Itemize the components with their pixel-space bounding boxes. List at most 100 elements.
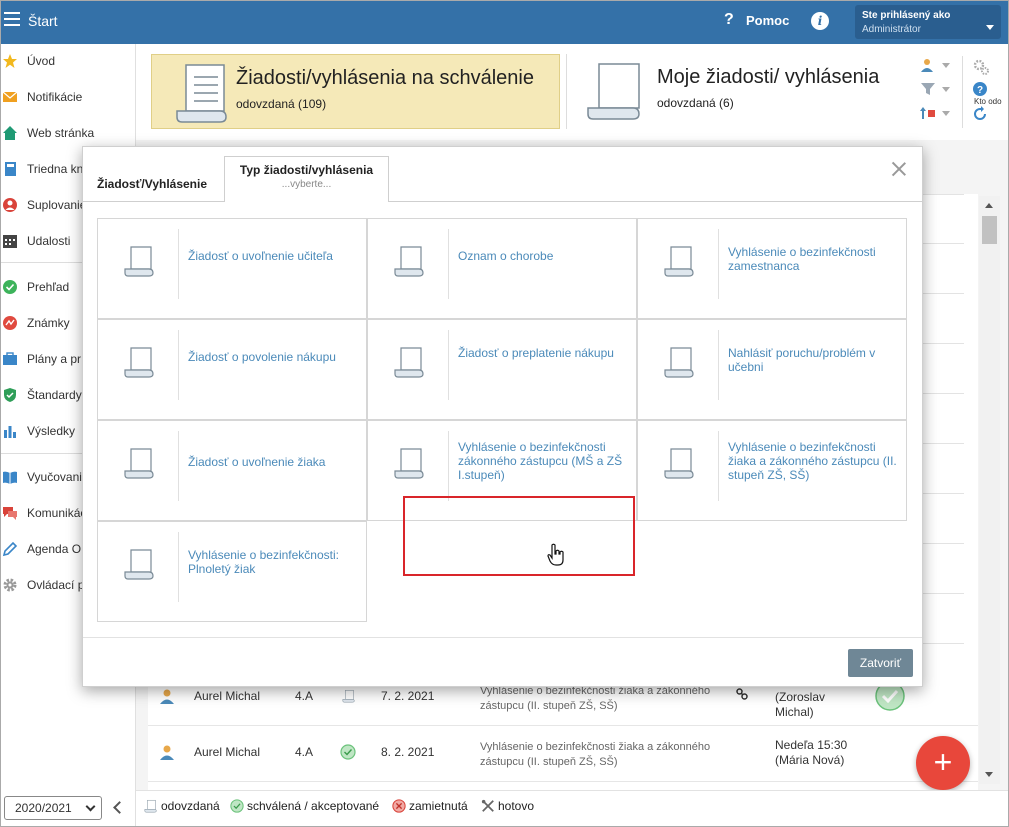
document-scroll-icon bbox=[663, 245, 697, 277]
type-card[interactable]: Žiadosť o uvoľnenie učiteľa bbox=[97, 218, 367, 319]
my-requests-card[interactable]: Moje žiadosti/ vyhlásenia odovzdaná (6) bbox=[566, 54, 906, 129]
help-link[interactable]: Pomoc bbox=[746, 13, 789, 28]
document-list-icon bbox=[176, 64, 227, 123]
sidebar-item-label: Vyučovanie bbox=[27, 470, 89, 484]
briefcase-icon bbox=[3, 352, 17, 365]
chevron-down-icon bbox=[986, 25, 994, 30]
sidebar-item-uvod[interactable]: Úvod bbox=[0, 49, 136, 73]
chevron-down-icon bbox=[85, 801, 96, 812]
approved-status-icon bbox=[230, 799, 244, 813]
filter-icon[interactable] bbox=[920, 82, 936, 96]
legend-submitted: odovzdaná bbox=[144, 799, 220, 813]
book-icon bbox=[5, 162, 16, 176]
request-date: 8. 2. 2021 bbox=[381, 745, 435, 759]
legend-label: zamietnutá bbox=[409, 799, 468, 813]
tools-icon bbox=[481, 799, 494, 812]
tab-request[interactable]: Žiadosť/Vyhlásenie bbox=[97, 177, 207, 191]
tab-request-type[interactable]: Typ žiadosti/vyhlásenia ...vyberte... bbox=[224, 156, 389, 202]
type-card[interactable]: Vyhlásenie o bezinfekčnosti: Plnoletý ži… bbox=[97, 521, 367, 622]
student-name: Aurel Michal bbox=[194, 745, 261, 759]
list-divider bbox=[920, 194, 964, 195]
sidebar-item-label: Suplovanie bbox=[27, 198, 87, 212]
card-divider bbox=[178, 431, 179, 501]
chevron-down-icon[interactable] bbox=[942, 111, 950, 116]
add-request-button[interactable]: + bbox=[916, 736, 970, 790]
type-card[interactable]: Vyhlásenie o bezinfekčnosti žiaka a záko… bbox=[637, 420, 907, 521]
close-icon[interactable] bbox=[891, 161, 907, 177]
card-divider bbox=[448, 229, 449, 299]
sidebar-item-web[interactable]: Web stránka bbox=[0, 121, 136, 145]
close-button[interactable]: Zatvoriť bbox=[848, 649, 913, 677]
list-divider bbox=[920, 543, 964, 544]
link-icon bbox=[736, 688, 748, 700]
submitted-icon bbox=[144, 799, 158, 813]
type-card-selected[interactable]: Vyhlásenie o bezinfekčnosti zákonného zá… bbox=[367, 420, 637, 521]
user-role: Administrátor bbox=[862, 24, 921, 35]
card-divider bbox=[178, 229, 179, 299]
tab-hint: ...vyberte... bbox=[281, 179, 332, 190]
sidebar-item-label: Notifikácie bbox=[27, 90, 83, 104]
user-menu[interactable]: Ste prihlásený ako Administrátor bbox=[855, 5, 1001, 39]
list-divider bbox=[920, 243, 964, 244]
chevron-down-icon[interactable] bbox=[942, 87, 950, 92]
student-name: Aurel Michal bbox=[194, 689, 261, 703]
card-divider bbox=[718, 229, 719, 299]
pending-requests-card[interactable]: Žiadosti/vyhlásenia na schválenie odovzd… bbox=[151, 54, 560, 129]
my-card-title: Moje žiadosti/ vyhlásenia bbox=[657, 66, 880, 88]
check-circle-icon bbox=[3, 280, 17, 294]
type-card[interactable]: Vyhlásenie o bezinfekčnosti zamestnanca bbox=[637, 218, 907, 319]
info-icon[interactable]: i bbox=[811, 12, 829, 30]
scroll-up-icon[interactable] bbox=[985, 203, 993, 208]
request-type: Vyhlásenie o bezinfekčnosti žiaka a záko… bbox=[480, 741, 711, 768]
document-scroll-icon bbox=[123, 548, 157, 580]
bar-chart-icon bbox=[4, 426, 16, 438]
sidebar-item-label: Web stránka bbox=[27, 126, 95, 140]
approver: (Mária Nová) bbox=[775, 753, 845, 767]
status-legend: odovzdaná schválená / akceptované zamiet… bbox=[136, 790, 1009, 827]
sidebar-item-label: Triedna kni bbox=[27, 162, 86, 176]
type-card[interactable]: Žiadosť o preplatenie nákupu bbox=[367, 319, 637, 420]
legend-done: hotovo bbox=[481, 799, 534, 813]
question-person-icon[interactable]: ? bbox=[972, 80, 990, 98]
person-filter-icon[interactable] bbox=[920, 58, 936, 72]
list-divider bbox=[920, 343, 964, 344]
tab-title: Typ žiadosti/vyhlásenia bbox=[239, 163, 374, 177]
scroll-thumb[interactable] bbox=[982, 216, 997, 244]
school-year-select[interactable]: 2020/2021 bbox=[4, 796, 102, 820]
scroll-down-icon[interactable] bbox=[985, 772, 993, 777]
sidebar-item-notifikacie[interactable]: Notifikácie bbox=[0, 85, 136, 109]
sidebar-item-label: Známky bbox=[27, 316, 70, 330]
type-label: Žiadosť o preplatenie nákupu bbox=[458, 346, 614, 360]
submitted-time: Nedeľa 15:30 bbox=[775, 738, 848, 752]
sidebar-item-label: Výsledky bbox=[27, 424, 76, 438]
legend-approved: schválená / akceptované bbox=[230, 799, 379, 813]
type-card[interactable]: Oznam o chorobe bbox=[367, 218, 637, 319]
refresh-icon[interactable] bbox=[972, 106, 988, 122]
settings-icon[interactable] bbox=[972, 58, 990, 76]
type-card[interactable]: Žiadosť o povolenie nákupu bbox=[97, 319, 367, 420]
sort-icon[interactable] bbox=[920, 106, 936, 120]
app-title[interactable]: Štart bbox=[28, 13, 58, 29]
student-class: 4.A bbox=[295, 689, 314, 703]
sidebar-item-label: Úvod bbox=[27, 54, 56, 68]
card-divider bbox=[178, 532, 179, 602]
table-row[interactable]: Aurel Michal 4.A 8. 2. 2021 Vyhlásenie o… bbox=[148, 726, 978, 782]
legend-label: hotovo bbox=[498, 799, 535, 813]
open-book-icon bbox=[3, 471, 17, 484]
student-class: 4.A bbox=[295, 745, 314, 759]
list-scrollbar[interactable] bbox=[979, 196, 1000, 784]
request-date: 7. 2. 2021 bbox=[381, 689, 435, 703]
list-divider bbox=[920, 293, 964, 294]
document-scroll-icon bbox=[123, 346, 157, 378]
help-icon[interactable]: ? bbox=[724, 11, 734, 29]
list-divider bbox=[920, 493, 964, 494]
dialog-footer-divider bbox=[83, 637, 922, 638]
type-card[interactable]: Žiadosť o uvoľnenie žiaka bbox=[97, 420, 367, 521]
approver: (Zoroslav Michal) bbox=[775, 690, 826, 719]
svg-text:?: ? bbox=[977, 85, 983, 96]
person-red-icon bbox=[3, 198, 17, 212]
type-card[interactable]: Nahlásiť poruchu/problém v učebni bbox=[637, 319, 907, 420]
sidebar-item-label: Plány a pr bbox=[27, 352, 82, 366]
chevron-down-icon[interactable] bbox=[942, 63, 950, 68]
menu-icon[interactable] bbox=[4, 12, 20, 26]
